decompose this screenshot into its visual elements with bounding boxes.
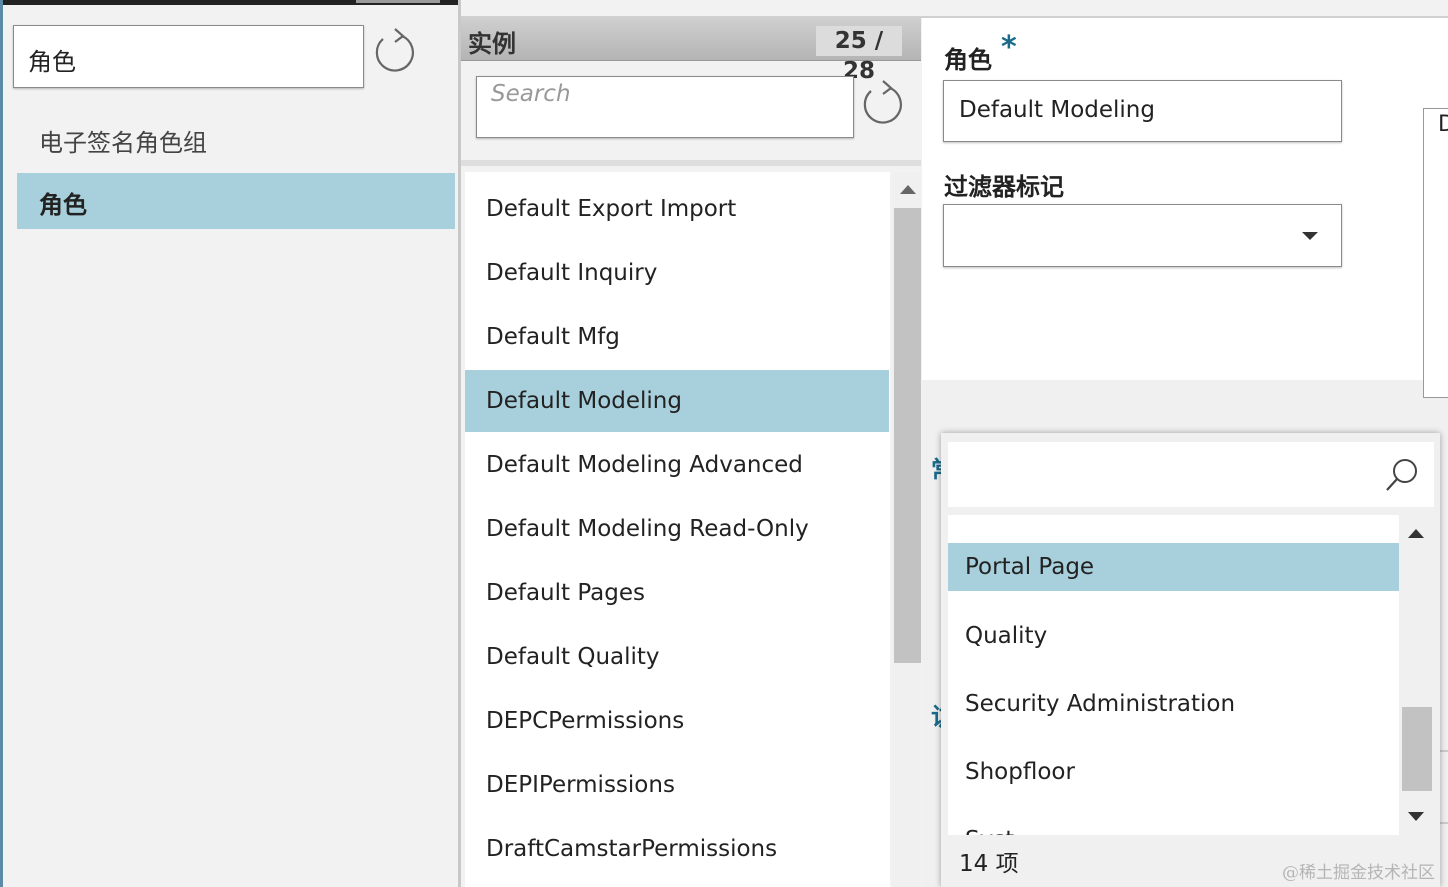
refresh-icon[interactable] [860,78,906,128]
dropdown-search-input[interactable] [948,442,1434,507]
instance-list: Default Export Import Default Inquiry De… [465,172,890,887]
side-field-text: D [1438,112,1448,137]
dropdown-item-count: 14 项 [959,851,1019,877]
divider [461,160,921,166]
list-item[interactable]: Default Modeling Read-Only [465,498,889,560]
list-item[interactable]: Default Quality [465,626,889,688]
list-item[interactable]: DEPCPermissions [465,690,889,752]
side-field-box[interactable] [1423,108,1448,398]
refresh-icon[interactable] [372,26,418,76]
filter-tag-select[interactable] [943,204,1342,267]
dropdown-option[interactable]: Quality [948,612,1399,660]
dropdown-option-selected[interactable]: Portal Page [948,543,1399,591]
nav-item-role[interactable]: 角色 [17,173,455,229]
dropdown-option[interactable]: Syst [948,816,1399,835]
role-field-label: 角色 [944,46,992,74]
filter-tag-label: 过滤器标记 [944,173,1064,201]
category-search-input[interactable]: 角色 [13,25,364,88]
instance-search-input[interactable]: Search [476,76,854,138]
list-item[interactable]: Default Modeling Advanced [465,434,889,496]
scroll-up-icon[interactable] [1408,529,1424,538]
scroll-down-icon[interactable] [1408,812,1424,821]
caret-down-icon[interactable] [1302,232,1318,240]
scrollbar-thumb[interactable] [894,208,921,663]
nav-item-esig-role-group[interactable]: 电子签名角色组 [17,111,455,167]
scrollbar-thumb[interactable] [1402,707,1432,791]
dropdown-option-list: Portal Page Quality Security Administrat… [948,515,1399,835]
list-item-selected[interactable]: Default Modeling [465,370,889,432]
dropdown-option[interactable]: Shopfloor [948,748,1399,796]
dropdown-option[interactable]: Security Administration [948,680,1399,728]
instance-panel-title: 实例 [468,30,516,58]
search-icon[interactable] [1384,457,1420,493]
instance-count-badge: 25 / 28 [816,26,902,84]
required-marker: * [1001,30,1017,65]
watermark: @稀土掘金技术社区 [1282,863,1435,883]
list-item[interactable]: Default Export Import [465,178,889,240]
list-item[interactable]: DEPIPermissions [465,754,889,816]
role-name-input[interactable]: Default Modeling [943,80,1342,142]
top-bar-tab [356,0,440,3]
list-item[interactable]: Default Pages [465,562,889,624]
window-edge [0,0,3,887]
list-item[interactable]: Default Inquiry [465,242,889,304]
list-item[interactable]: DraftCamstarPermissions [465,818,889,880]
scroll-up-icon[interactable] [900,185,916,194]
list-item[interactable]: Default Mfg [465,306,889,368]
